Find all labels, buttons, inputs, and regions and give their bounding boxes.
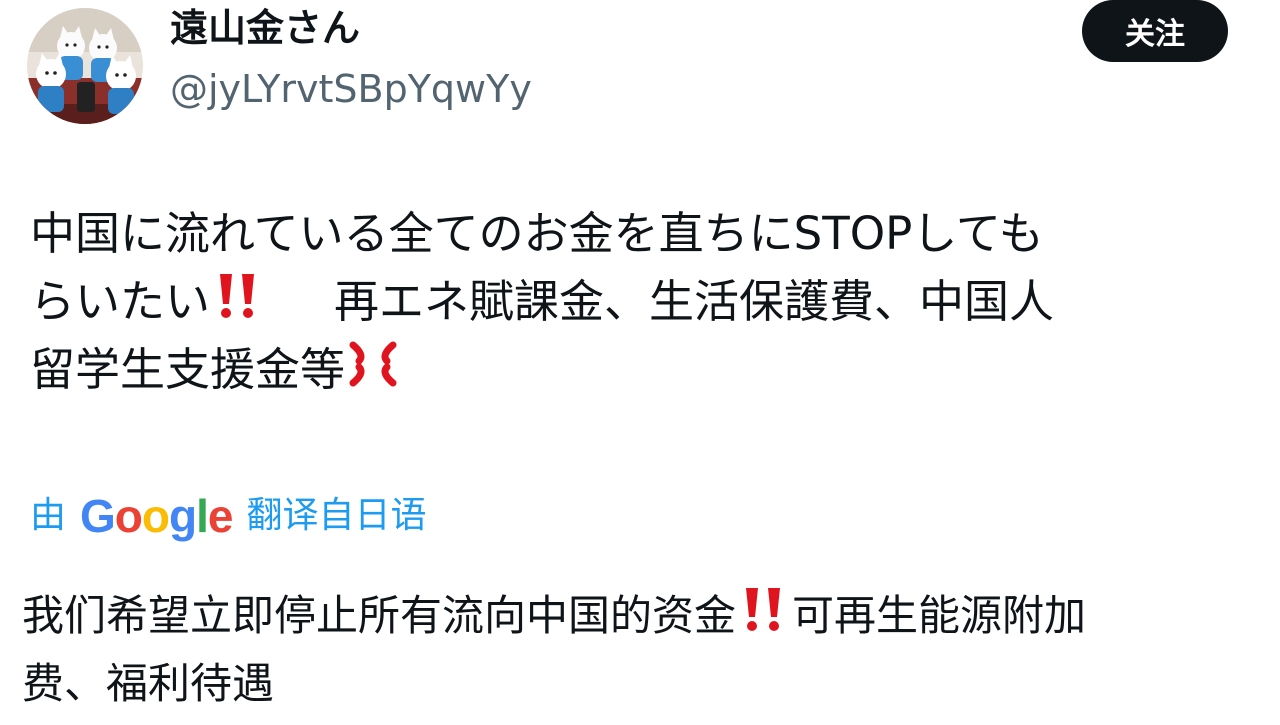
tweet-line: らいたい 再エネ賦課金、生活保護費、中国人 xyxy=(30,268,1260,336)
google-logo-letter: G xyxy=(80,490,116,542)
follow-button[interactable]: 关注 xyxy=(1082,0,1228,62)
google-logo-letter: e xyxy=(207,490,234,542)
google-logo-letter: o xyxy=(141,490,170,542)
double-exclamation-mark-icon xyxy=(736,585,792,653)
tweet-text: 中国に流れている全てのお金を直ちにSTOPしても らいたい 再エネ賦課金、生活保… xyxy=(30,200,1260,404)
google-logo-letter: o xyxy=(114,490,143,542)
google-logo: Google xyxy=(80,488,234,544)
avatar[interactable] xyxy=(27,8,143,124)
translation-by-label: 由 xyxy=(30,495,67,536)
translated-line-text: 可再生能源附加 xyxy=(792,591,1087,640)
author-display-name[interactable]: 遠山金さん xyxy=(170,0,360,56)
double-exclamation-mark-icon xyxy=(210,271,266,340)
anger-symbol-icon xyxy=(345,339,401,408)
tweet-line-text: 再エネ賦課金、生活保護費、中国人 xyxy=(334,275,1055,328)
google-logo-letter: g xyxy=(169,490,197,542)
google-logo-letter: l xyxy=(196,490,209,542)
translated-from-link[interactable]: 翻译自日语 xyxy=(247,488,427,544)
tweet-line-text: らいたい xyxy=(30,275,211,328)
translation-attribution: 由 Google 翻译自日语 xyxy=(30,488,427,544)
translated-line-text: 我们希望立即停止所有流向中国的资金 xyxy=(22,591,737,640)
tweet-line: 留学生支援金等 xyxy=(30,336,1260,404)
cat-figurines-avatar-icon xyxy=(27,8,143,124)
tweet-line-text: 留学生支援金等 xyxy=(30,343,346,396)
text-fade-overlay xyxy=(300,640,720,725)
tweet-line: 中国に流れている全てのお金を直ちにSTOPしても xyxy=(30,207,1044,260)
author-handle[interactable]: @jyLYrvtSBpYqwYy xyxy=(170,64,532,114)
